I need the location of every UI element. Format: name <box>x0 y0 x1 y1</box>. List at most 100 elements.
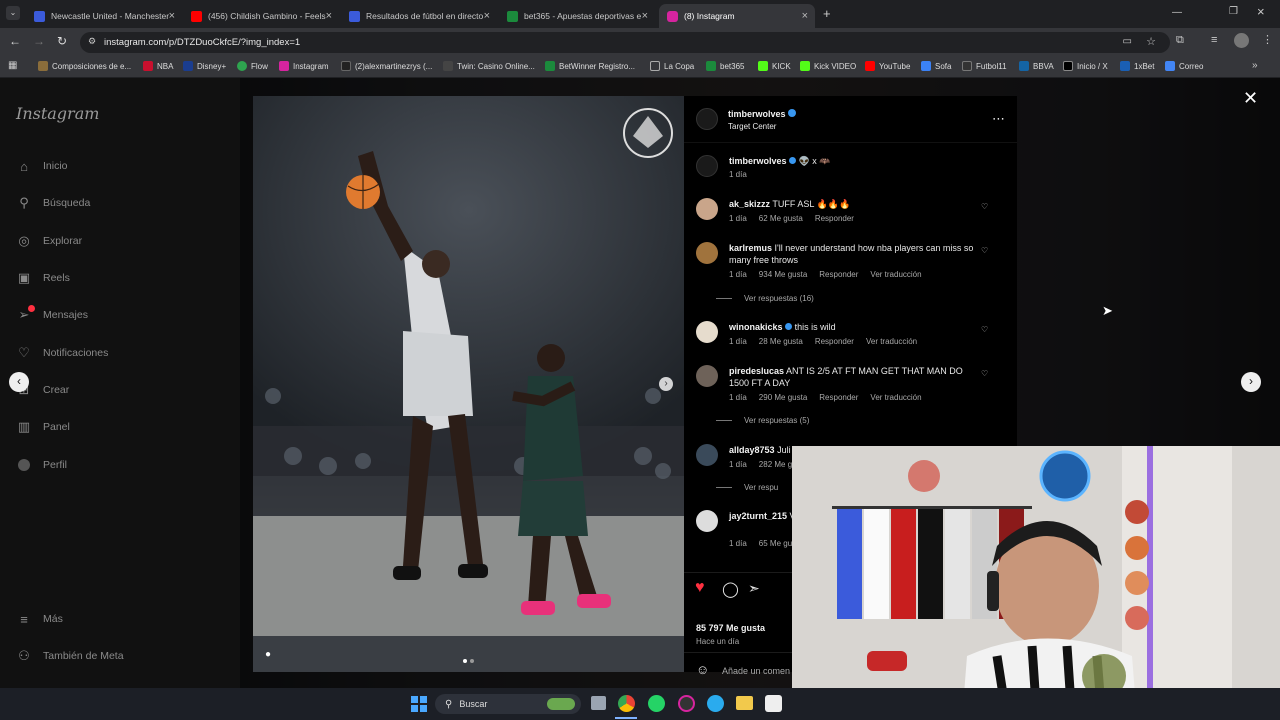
cast-icon[interactable]: ▭ <box>1123 36 1132 47</box>
comment-username[interactable]: piredeslucas <box>729 366 784 376</box>
comment-username[interactable]: karlremus <box>729 243 772 253</box>
comment-username[interactable]: allday8753 <box>729 445 775 455</box>
file-explorer-icon[interactable] <box>736 696 753 710</box>
like-comment-heart-icon[interactable]: ♡ <box>981 325 989 334</box>
bookmark-item[interactable]: YouTube <box>865 61 910 71</box>
view-replies-button[interactable]: Ver respuestas (16) <box>716 294 814 303</box>
like-comment-heart-icon[interactable]: ♡ <box>981 246 989 255</box>
bookmark-item[interactable]: Inicio / X <box>1063 61 1108 71</box>
like-comment-heart-icon[interactable]: ♡ <box>981 369 989 378</box>
back-icon[interactable]: ← <box>9 34 21 48</box>
bookmark-item[interactable]: Disney+ <box>183 61 226 71</box>
sidebar-item-mas[interactable]: ≡ Más <box>16 611 63 627</box>
bookmark-item[interactable]: Futbol11 <box>962 61 1007 71</box>
bookmark-item[interactable]: KICK <box>758 61 791 71</box>
tab-instagram[interactable]: (8) Instagram × <box>659 4 815 28</box>
bookmark-item[interactable]: Twin: Casino Online... <box>443 61 535 71</box>
comment-likes[interactable]: 282 Me gu <box>759 460 797 469</box>
app-icon[interactable] <box>678 695 695 712</box>
bookmark-star-icon[interactable]: ☆ <box>1146 35 1156 48</box>
chrome-icon[interactable] <box>618 695 635 712</box>
minimize-icon[interactable]: — <box>1172 7 1182 18</box>
share-send-icon[interactable]: ➣ <box>748 580 760 597</box>
emoji-icon[interactable]: ☺ <box>696 662 709 677</box>
reply-button[interactable]: Responder <box>819 270 858 279</box>
apps-grid-icon[interactable]: ▦ <box>8 60 17 71</box>
sidebar-item-panel[interactable]: ▥ Panel <box>16 419 70 435</box>
bookmark-item[interactable]: Flow <box>237 61 268 71</box>
add-comment-input[interactable]: Añade un comen <box>722 666 790 676</box>
comment-avatar[interactable] <box>696 444 718 466</box>
bookmark-item[interactable]: 1xBet <box>1120 61 1154 71</box>
caption-avatar[interactable] <box>696 155 718 177</box>
translate-button[interactable]: Ver traducción <box>870 393 921 402</box>
profile-avatar[interactable] <box>1234 33 1249 48</box>
like-heart-icon[interactable]: ♥ <box>695 579 705 597</box>
close-modal-icon[interactable]: ✕ <box>1243 88 1258 109</box>
menu-kebab-icon[interactable]: ⋮ <box>1262 33 1273 46</box>
telegram-icon[interactable] <box>707 695 724 712</box>
close-tab-icon[interactable]: × <box>169 10 175 22</box>
translate-button[interactable]: Ver traducción <box>866 337 917 346</box>
new-tab-icon[interactable]: + <box>823 6 831 21</box>
tab-newcastle[interactable]: Newcastle United - Manchester × <box>26 4 182 28</box>
extensions-icon[interactable]: ⧉ <box>1176 34 1184 47</box>
windows-start-icon[interactable] <box>411 696 427 712</box>
comment-likes[interactable]: 28 Me gusta <box>759 337 803 346</box>
close-tab-icon[interactable]: × <box>484 10 490 22</box>
post-image[interactable]: › ● <box>253 96 684 672</box>
bookmark-item[interactable]: Kick VIDEO <box>800 61 856 71</box>
site-info-icon[interactable]: ⚙ <box>88 36 96 47</box>
author-avatar[interactable] <box>696 108 718 130</box>
bookmark-item[interactable]: Sofa <box>921 61 951 71</box>
task-view-icon[interactable] <box>591 696 606 710</box>
sidebar-item-busqueda[interactable]: ⚲ Búsqueda <box>16 195 90 211</box>
like-count[interactable]: 85 797 Me gusta <box>696 623 765 633</box>
media-icon[interactable]: ≡ <box>1211 34 1217 46</box>
app-icon[interactable] <box>765 695 782 712</box>
bookmark-item[interactable]: BBVA <box>1019 61 1054 71</box>
close-window-icon[interactable]: × <box>1257 4 1265 19</box>
bookmark-item[interactable]: BetWinner Registro... <box>545 61 635 71</box>
like-comment-heart-icon[interactable]: ♡ <box>981 202 989 211</box>
sidebar-item-explorar[interactable]: ◎ Explorar <box>16 233 82 249</box>
close-tab-icon[interactable]: × <box>326 10 332 22</box>
whatsapp-icon[interactable] <box>648 695 665 712</box>
taskbar-search-box[interactable]: ⚲ Buscar <box>435 694 581 714</box>
sidebar-item-notificaciones[interactable]: ♡ Notificaciones <box>16 345 108 361</box>
comment-likes[interactable]: 934 Me gusta <box>759 270 807 279</box>
comment-username[interactable]: jay2turnt_215 <box>729 511 787 521</box>
caption-username[interactable]: timberwolves <box>729 156 787 166</box>
comment-avatar[interactable] <box>696 242 718 264</box>
post-location[interactable]: Target Center <box>728 122 776 131</box>
reload-icon[interactable]: ↻ <box>57 34 67 48</box>
more-bookmarks-icon[interactable]: » <box>1252 60 1258 71</box>
bookmark-item[interactable]: La Copa <box>650 61 694 71</box>
bookmark-item[interactable]: bet365 <box>706 61 744 71</box>
tagged-user-icon[interactable]: ● <box>265 649 271 660</box>
url-bar[interactable]: ⚙ instagram.com/p/DTZDuoCkfcE/?img_index… <box>80 32 1170 53</box>
comment-username[interactable]: ak_skizzz <box>729 199 770 209</box>
view-replies-button[interactable]: Ver respuestas (5) <box>716 416 809 425</box>
close-tab-icon[interactable]: × <box>802 10 808 22</box>
sidebar-item-meta[interactable]: ⚇ También de Meta <box>16 648 123 664</box>
author-username[interactable]: timberwolves <box>728 109 786 119</box>
comment-avatar[interactable] <box>696 510 718 532</box>
next-post-arrow-icon[interactable]: › <box>1241 372 1261 392</box>
instagram-logo[interactable]: Instagram <box>16 104 99 123</box>
reply-button[interactable]: Responder <box>819 393 858 402</box>
sidebar-item-reels[interactable]: ▣ Reels <box>16 270 70 286</box>
forward-icon[interactable]: → <box>33 34 45 48</box>
more-options-icon[interactable]: ⋯ <box>992 111 1005 127</box>
comment-likes[interactable]: 290 Me gusta <box>759 393 807 402</box>
close-tab-icon[interactable]: × <box>642 10 648 22</box>
restore-icon[interactable]: ❐ <box>1229 6 1238 17</box>
bookmark-item[interactable]: Composiciones de e... <box>38 61 131 71</box>
bookmark-item[interactable]: Correo <box>1165 61 1203 71</box>
comment-likes[interactable]: 62 Me gusta <box>759 214 803 223</box>
reply-button[interactable]: Responder <box>815 337 854 346</box>
comment-username[interactable]: winonakicks <box>729 322 783 332</box>
reply-button[interactable]: Responder <box>815 214 854 223</box>
bookmark-item[interactable]: NBA <box>143 61 173 71</box>
comment-bubble-icon[interactable]: ◯ <box>722 580 739 598</box>
